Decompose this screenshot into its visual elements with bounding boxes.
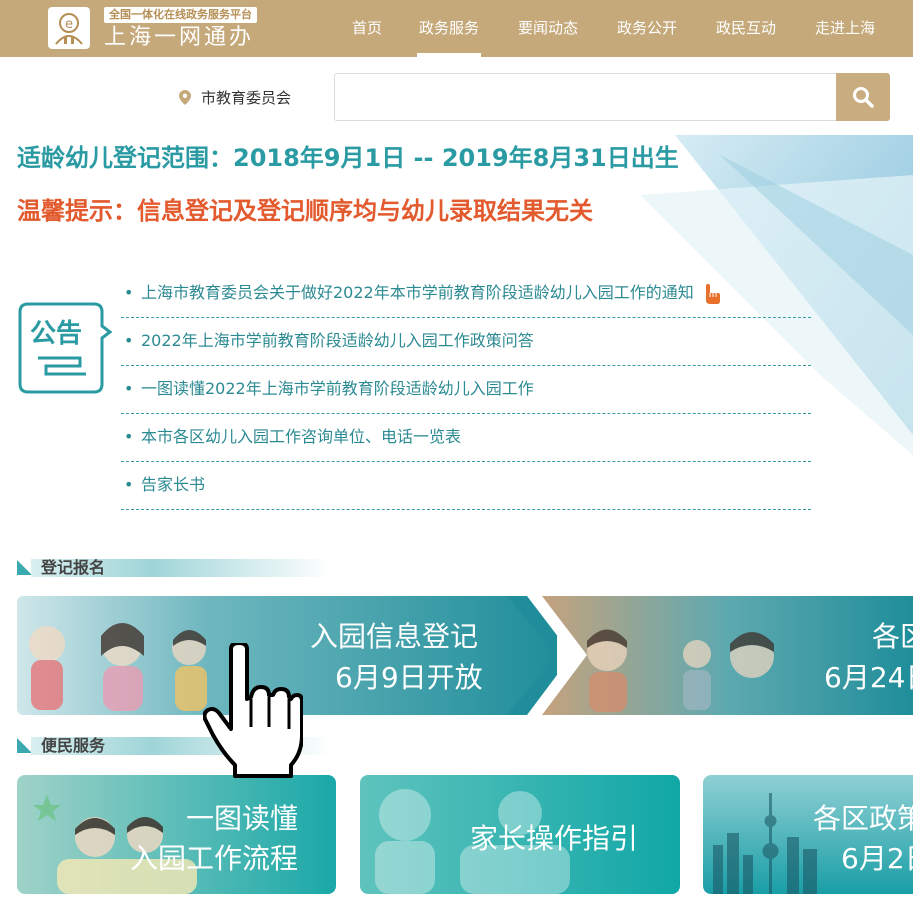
notice-badge-label: 公告 xyxy=(30,319,82,349)
service-card-district-line1: 各区政策 xyxy=(813,802,913,835)
location-label[interactable]: 市教育委员会 xyxy=(201,87,291,108)
service-card-flow-line2: 入园工作流程 xyxy=(129,842,298,875)
pointing-hand-icon xyxy=(705,283,720,304)
hand-cursor-icon xyxy=(203,643,303,778)
notice-item-text[interactable]: 上海市教育委员会关于做好2022年本市学前教育阶段适龄幼儿入园工作的通知 xyxy=(141,283,694,302)
service-card-flow[interactable]: 一图读懂 入园工作流程 xyxy=(17,775,336,894)
warm-tip: 温馨提示：信息登记及登记顺序均与幼儿录取结果无关 xyxy=(17,197,593,225)
service-card-district-line2: 6月2日 xyxy=(841,842,913,875)
section-title-text: 便民服务 xyxy=(41,736,106,755)
nav-gov-open[interactable]: 政务公开 xyxy=(617,0,677,57)
notice-item[interactable]: 本市各区幼儿入园工作咨询单位、电话一览表 xyxy=(121,414,811,462)
platform-name[interactable]: 上海一网通办 xyxy=(104,25,254,51)
nav-news[interactable]: 要闻动态 xyxy=(518,0,578,57)
service-card-flow-line1: 一图读懂 xyxy=(185,802,298,835)
banner-left-line1: 入园信息登记 xyxy=(310,620,479,653)
service-card-guide[interactable]: 家长操作指引 xyxy=(360,775,680,894)
registration-range-headline: 适龄幼儿登记范围：2018年9月1日 -- 2019年8月31日出生 xyxy=(17,144,679,172)
logo-emblem-icon[interactable]: e xyxy=(48,7,90,49)
notice-item-text[interactable]: 告家长书 xyxy=(141,475,205,494)
service-card-guide-label: 家长操作指引 xyxy=(470,822,639,855)
notice-badge-icon: 公告 xyxy=(18,302,112,394)
notice-item[interactable]: 2022年上海市学前教育阶段适龄幼儿入园工作政策问答 xyxy=(121,318,811,366)
banner-right-line1: 各区 xyxy=(872,620,913,653)
notice-item-text[interactable]: 一图读懂2022年上海市学前教育阶段适龄幼儿入园工作 xyxy=(141,379,534,398)
notice-item-text[interactable]: 本市各区幼儿入园工作咨询单位、电话一览表 xyxy=(141,427,461,446)
search-button[interactable] xyxy=(836,73,890,121)
nav-home[interactable]: 首页 xyxy=(352,0,382,57)
banner-right-line2: 6月24日 xyxy=(824,661,913,694)
notice-item[interactable]: 一图读懂2022年上海市学前教育阶段适龄幼儿入园工作 xyxy=(121,366,811,414)
section-title-text: 登记报名 xyxy=(41,558,106,577)
banner-left-line2: 6月9日开放 xyxy=(335,661,483,694)
notice-item-text[interactable]: 2022年上海市学前教育阶段适龄幼儿入园工作政策问答 xyxy=(141,331,534,350)
section-triangle-icon xyxy=(17,738,32,753)
platform-tagline: 全国一体化在线政务服务平台 xyxy=(104,7,257,23)
nav-interaction[interactable]: 政民互动 xyxy=(716,0,776,57)
section-triangle-icon xyxy=(17,560,32,575)
registration-banner[interactable]: 入园信息登记 6月9日开放 各区 6月24日 xyxy=(17,596,913,715)
notice-list: 上海市教育委员会关于做好2022年本市学前教育阶段适龄幼儿入园工作的通知 202… xyxy=(121,270,811,510)
service-card-district-policy[interactable]: 各区政策 6月2日 xyxy=(703,775,913,894)
notice-item[interactable]: 上海市教育委员会关于做好2022年本市学前教育阶段适龄幼儿入园工作的通知 xyxy=(121,270,811,318)
search-input[interactable] xyxy=(334,73,836,121)
svg-text:e: e xyxy=(65,17,73,32)
location-pin-icon xyxy=(179,90,191,105)
notice-item[interactable]: 告家长书 xyxy=(121,462,811,510)
top-header: e 全国一体化在线政务服务平台 上海一网通办 首页 政务服务 要闻动态 政务公开… xyxy=(0,0,913,57)
search-icon xyxy=(853,87,874,108)
nav-gov-services[interactable]: 政务服务 xyxy=(416,0,482,57)
nav-about-shanghai[interactable]: 走进上海 xyxy=(815,0,875,57)
